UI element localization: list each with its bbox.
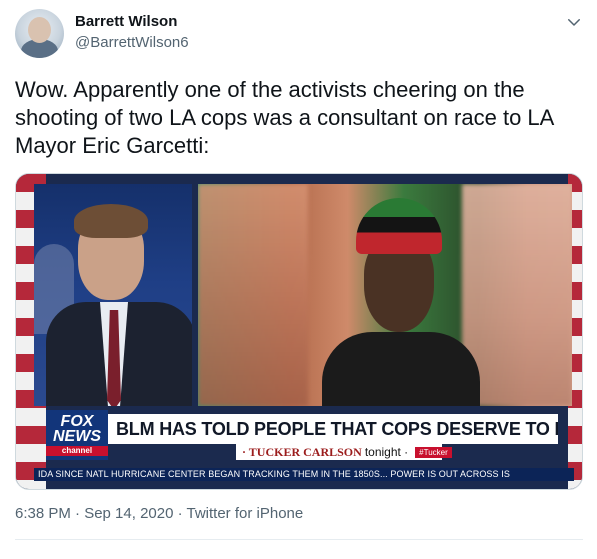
blurred-region-left xyxy=(198,184,308,406)
fox-news-logo: FOX NEWS channel xyxy=(46,410,108,460)
show-hashtag: #Tucker xyxy=(415,447,452,458)
avatar-face xyxy=(28,17,51,43)
guest-panel xyxy=(198,184,572,406)
lower-third: FOX NEWS channel BLM HAS TOLD PEOPLE THA… xyxy=(46,410,558,468)
guest-body xyxy=(322,332,480,406)
tweet-text: Wow. Apparently one of the activists che… xyxy=(15,77,555,158)
show-name-bar: · TUCKER CARLSON tonight · #Tucker xyxy=(236,444,452,460)
show-tonight: tonight · xyxy=(364,445,409,459)
host-hair xyxy=(74,204,148,238)
tweet-timestamp[interactable]: 6:38 PM · Sep 14, 2020 · Twitter for iPh… xyxy=(15,505,303,522)
tweet-header: Barrett Wilson @BarrettWilson6 xyxy=(15,9,585,58)
author-handle[interactable]: @BarrettWilson6 xyxy=(75,34,189,51)
chevron-down-icon[interactable] xyxy=(565,13,583,31)
divider xyxy=(15,539,583,540)
author-name[interactable]: Barrett Wilson xyxy=(75,13,177,30)
tweet-media-image[interactable]: FOX NEWS channel BLM HAS TOLD PEOPLE THA… xyxy=(15,173,583,490)
host-panel xyxy=(34,184,192,406)
logo-sub: channel xyxy=(46,446,108,456)
logo-line2: NEWS xyxy=(53,428,101,445)
avatar[interactable] xyxy=(15,9,64,58)
tweet-card: Barrett Wilson @BarrettWilson6 Wow. Appa… xyxy=(0,0,597,559)
show-name: · TUCKER CARLSON xyxy=(242,445,362,459)
guest-hat xyxy=(356,198,442,254)
news-ticker: IDA SINCE NATL HURRICANE CENTER BEGAN TR… xyxy=(34,468,574,481)
chyron-headline: BLM HAS TOLD PEOPLE THAT COPS DESERVE TO… xyxy=(108,414,558,444)
